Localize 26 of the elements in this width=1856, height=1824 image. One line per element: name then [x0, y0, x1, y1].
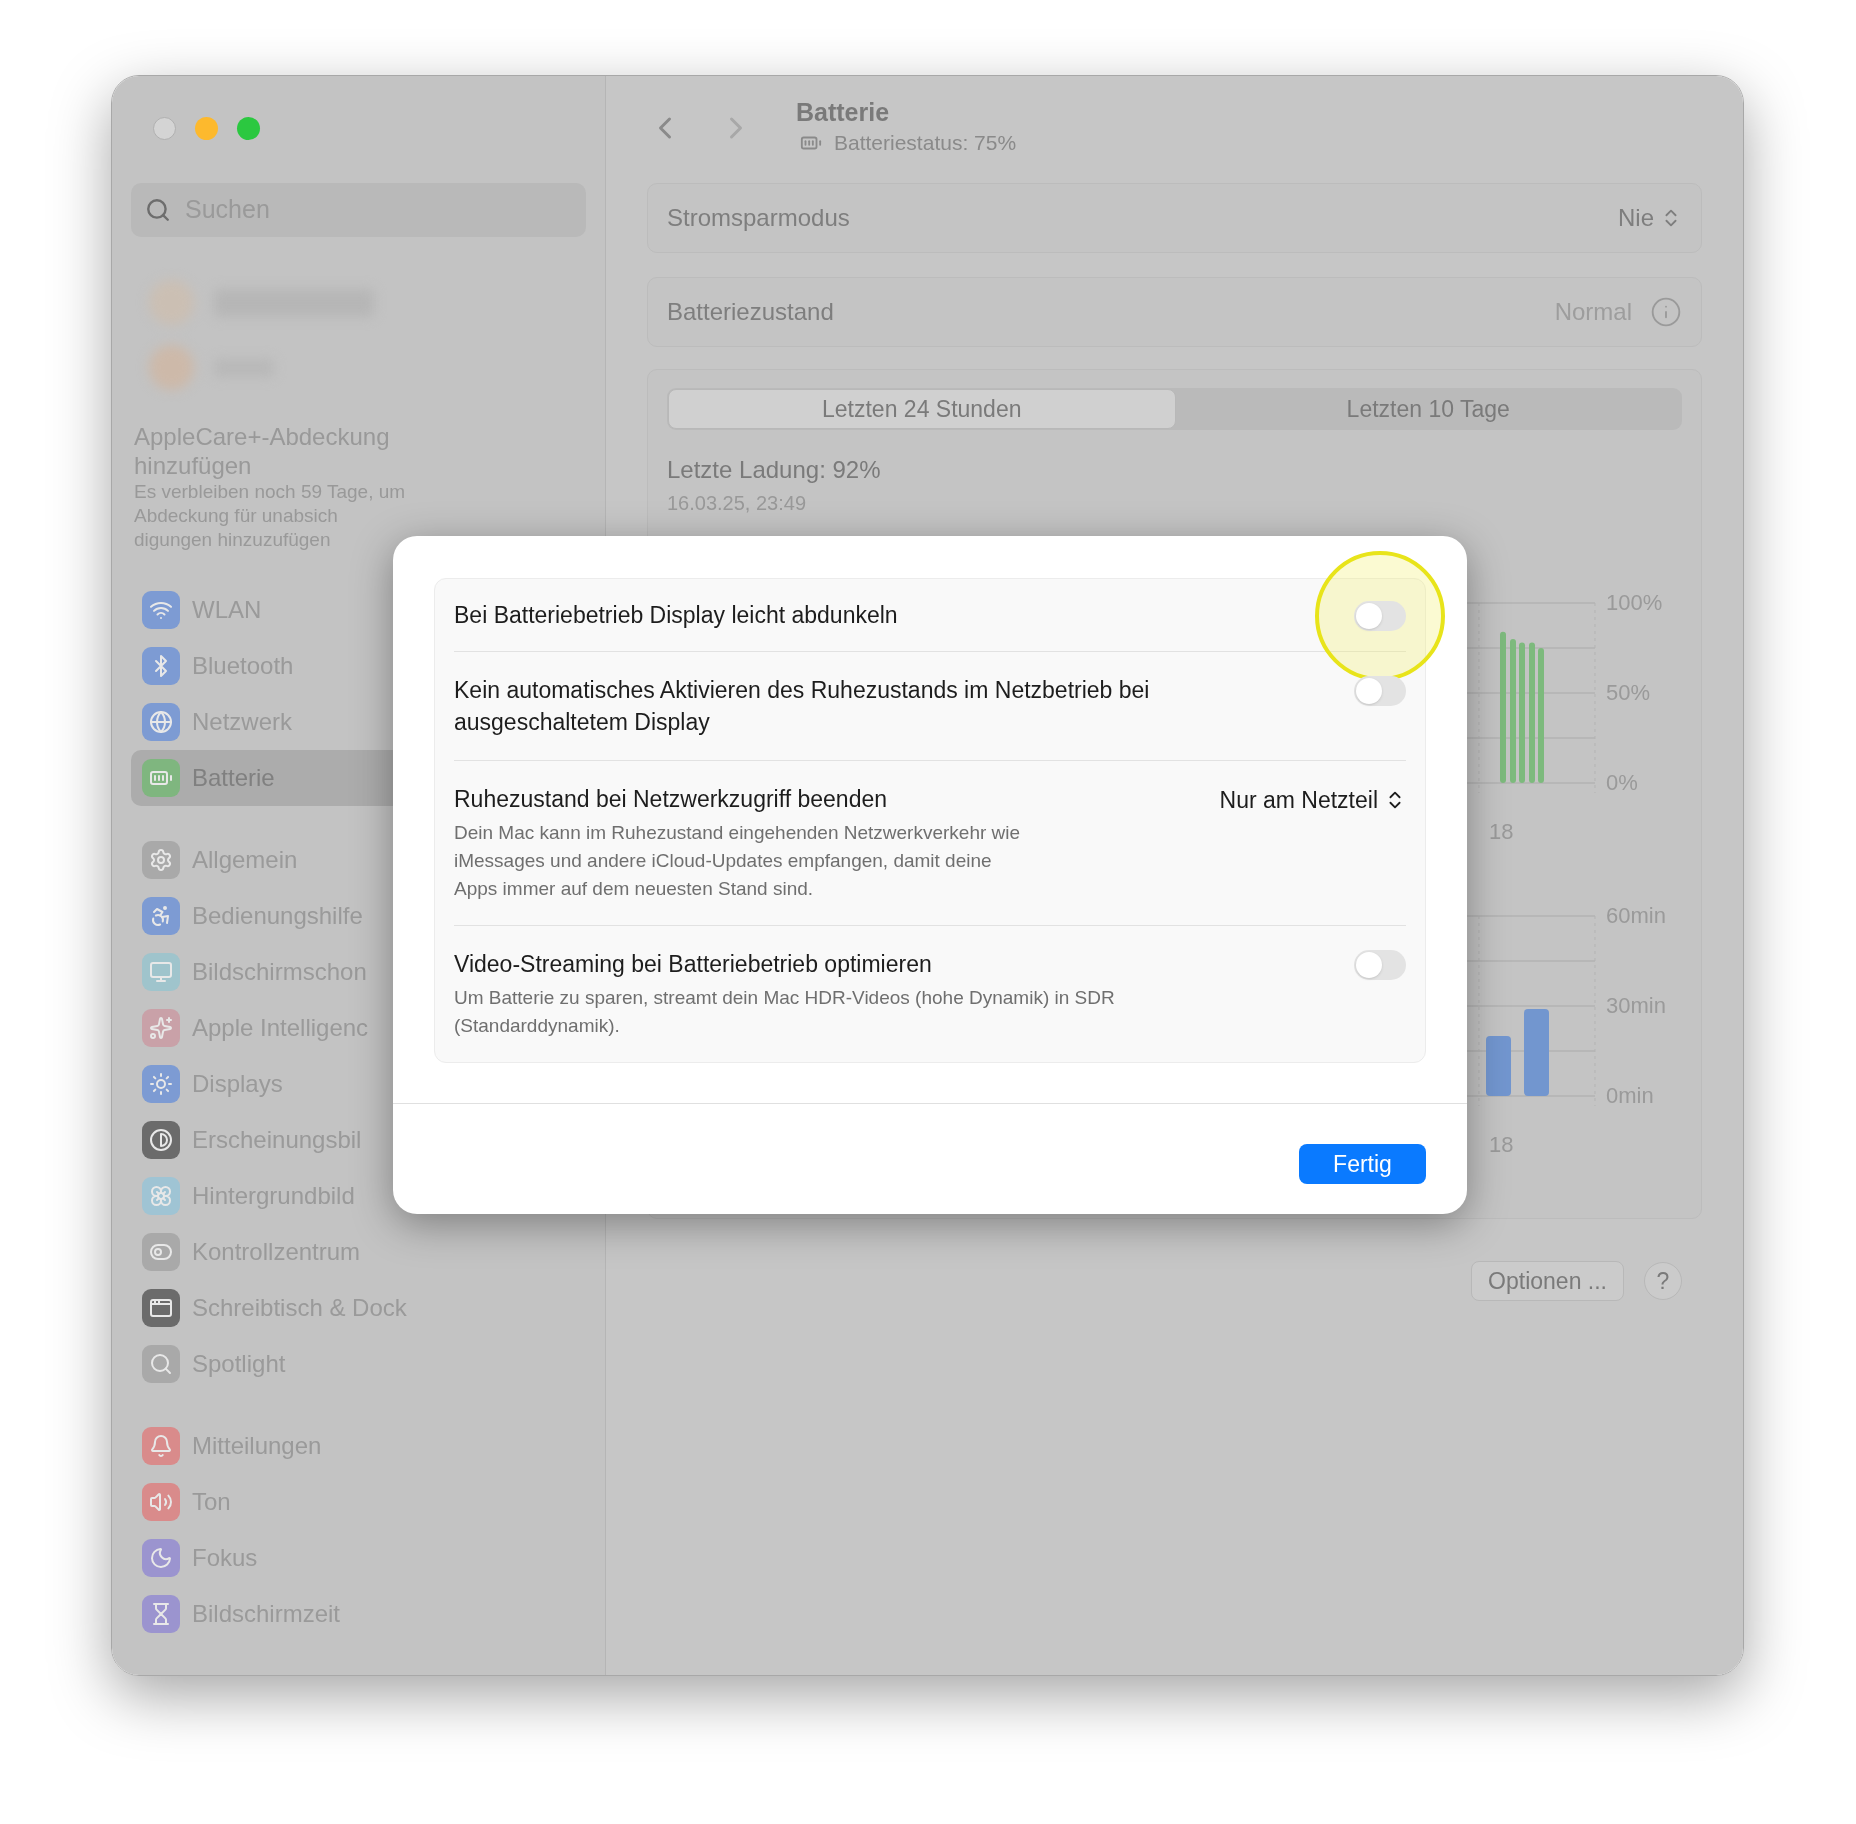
option-title: Bei Batteriebetrieb Display leicht abdunkeln — [454, 601, 899, 630]
search-icon — [145, 197, 171, 223]
battery-status: Batteriestatus: 75% — [834, 130, 1017, 157]
setting-label: Batteriezustand — [667, 297, 835, 327]
toggle-switch[interactable] — [1354, 676, 1406, 706]
toggle-switch[interactable] — [1354, 601, 1406, 631]
option-title: Video-Streaming bei Batteriebetrieb optimieren — [454, 950, 933, 979]
info-icon[interactable] — [1650, 296, 1682, 328]
option-description: Dein Mac kann im Ruhezustand eingehenden Netzwerkverkehr wie iMessages und andere iCloud-Updates empfangen, damit deine Apps immer auf dem neuesten Stand sind. — [454, 821, 1022, 901]
close-window-button[interactable] — [153, 117, 176, 140]
segment-tab[interactable]: Letzten 24 Stunden — [668, 389, 1176, 429]
last-charge: Letzte Ladung: 92% — [667, 455, 882, 485]
page-title: Batterie — [796, 97, 891, 128]
minimize-window-button[interactable] — [195, 117, 218, 140]
toggle-switch[interactable] — [1354, 950, 1406, 980]
option-description: Um Batterie zu sparen, streamt dein Mac HDR-Videos (hohe Dynamik) in SDR (Standarddynamik). — [454, 986, 1116, 1038]
help-button[interactable]: ? — [1644, 1262, 1682, 1300]
segment-tab[interactable]: Letzten 10 Tage — [1175, 389, 1681, 429]
done-button[interactable]: Fertig — [1299, 1144, 1426, 1184]
options-button[interactable]: Optionen ... — [1471, 1261, 1624, 1301]
option-title: Kein automatisches Aktivieren des Ruhezustands im Netzbetrieb bei ausgeschaltetem Display — [454, 676, 1151, 737]
wake-popup[interactable]: Nur am Netzteil — [1219, 783, 1406, 818]
chart-bar — [1486, 1036, 1511, 1096]
setting-label: Stromsparmodus — [667, 203, 851, 233]
power-mode-popup[interactable]: Nie — [1618, 200, 1682, 236]
zoom-window-button[interactable] — [237, 117, 260, 140]
